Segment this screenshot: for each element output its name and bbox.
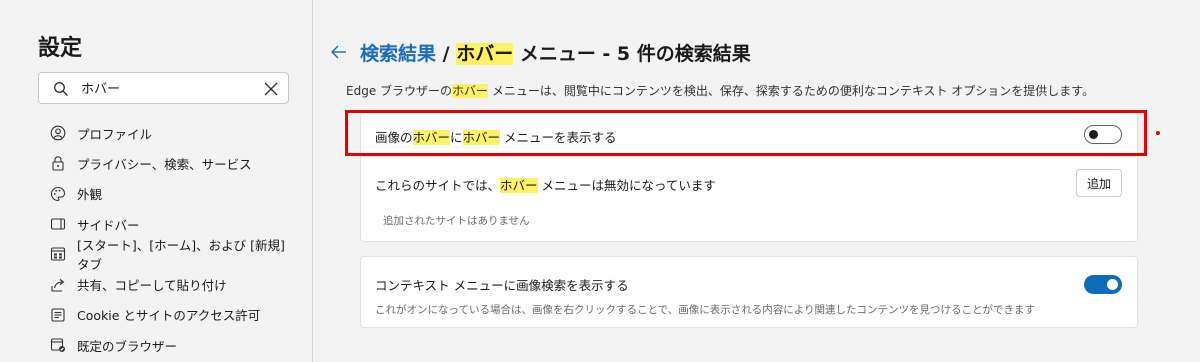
image-search-card: コンテキスト メニューに画像検索を表示する これがオンになっている場合は、画像を… bbox=[360, 256, 1138, 328]
sidebar-item-label: サイドバー bbox=[77, 217, 140, 233]
description-text: Edge ブラウザーの bbox=[346, 84, 453, 98]
profile-icon bbox=[50, 125, 66, 141]
title-separator: / bbox=[436, 42, 457, 65]
image-search-toggle[interactable] bbox=[1084, 275, 1122, 294]
search-icon bbox=[54, 82, 68, 96]
annotation-highlight-box bbox=[345, 110, 1147, 156]
image-search-label: コンテキスト メニューに画像検索を表示する bbox=[375, 278, 629, 293]
palette-icon bbox=[50, 186, 66, 201]
description-highlight: ホバー bbox=[452, 84, 489, 98]
sidebar-item-share-copy-paste[interactable]: 共有、コピーして貼り付け bbox=[50, 269, 300, 299]
disabled-sites-label: これらのサイトでは、ホバー メニューは無効になっています bbox=[375, 175, 716, 194]
row-divider bbox=[361, 156, 1137, 157]
browser-icon bbox=[50, 338, 65, 353]
sidebar-item-profile[interactable]: プロファイル bbox=[50, 118, 300, 148]
settings-main-panel: 検索結果 / ホバー メニュー - 5 件の検索結果 Edge ブラウザーのホバ… bbox=[314, 0, 1200, 362]
sidebar-item-label: プロファイル bbox=[77, 126, 153, 142]
sidebar-item-label: 共有、コピーして貼り付け bbox=[77, 278, 227, 294]
title-highlight: ホバー bbox=[456, 42, 514, 65]
search-results-link[interactable]: 検索結果 bbox=[360, 43, 436, 65]
toggle-knob bbox=[1107, 279, 1118, 290]
description-text: メニューは、閲覧中にコンテンツを検出、保存、探索するための便利なコンテキスト オ… bbox=[488, 84, 1095, 98]
label-highlight: ホバー bbox=[500, 178, 538, 193]
sidebar-item-label: [スタート]、[ホーム]、および [新規] タブ bbox=[77, 238, 285, 273]
label-text: これらのサイトでは、 bbox=[375, 178, 501, 193]
sidebar-item-label: 外観 bbox=[77, 187, 103, 203]
back-arrow-icon[interactable] bbox=[330, 43, 348, 61]
settings-search-box[interactable] bbox=[38, 72, 289, 104]
home-tab-icon bbox=[50, 247, 66, 261]
settings-title: 設定 bbox=[38, 36, 83, 61]
share-icon bbox=[51, 278, 65, 292]
close-icon[interactable] bbox=[264, 82, 278, 96]
sidebar-item-default-browser[interactable]: 既定のブラウザー bbox=[50, 330, 300, 360]
sidebar-item-cookies[interactable]: Cookie とサイトのアクセス許可 bbox=[50, 300, 300, 330]
page-title: 検索結果 / ホバー メニュー - 5 件の検索結果 bbox=[360, 39, 751, 66]
sidebar-item-privacy[interactable]: プライバシー、検索、サービス bbox=[50, 148, 300, 178]
search-input[interactable] bbox=[81, 80, 251, 95]
no-sites-message: 追加されたサイトはありません bbox=[383, 215, 530, 227]
settings-sidebar: 設定 プロファイル プライバシー、検索、サービス bbox=[0, 0, 313, 362]
image-search-description: これがオンになっている場合は、画像を右クリックすることで、画像に表示される内容に… bbox=[375, 304, 1036, 316]
add-site-button[interactable]: 追加 bbox=[1076, 169, 1122, 197]
annotation-dot bbox=[1156, 131, 1160, 135]
sidebar-item-appearance[interactable]: 外観 bbox=[50, 179, 300, 209]
sidebar-item-label: 既定のブラウザー bbox=[77, 338, 178, 354]
page-header: 検索結果 / ホバー メニュー - 5 件の検索結果 bbox=[330, 38, 751, 66]
sidebar-item-label: プライバシー、検索、サービス bbox=[77, 156, 252, 172]
title-rest: メニュー - 5 件の検索結果 bbox=[513, 42, 751, 65]
sidebar-item-label: Cookie とサイトのアクセス許可 bbox=[77, 308, 261, 324]
label-text: メニューは無効になっています bbox=[537, 178, 716, 193]
section-description: Edge ブラウザーのホバー メニューは、閲覧中にコンテンツを検出、保存、探索す… bbox=[346, 82, 1094, 99]
sidebar-item-start-home-new-tab[interactable]: [スタート]、[ホーム]、および [新規] タブ bbox=[50, 238, 300, 272]
lock-icon bbox=[52, 156, 64, 171]
sidebar-icon bbox=[50, 218, 66, 230]
cookie-icon bbox=[51, 308, 65, 322]
settings-nav: プロファイル プライバシー、検索、サービス 外観 サイドバー [スタート]、[ホ… bbox=[50, 118, 300, 360]
